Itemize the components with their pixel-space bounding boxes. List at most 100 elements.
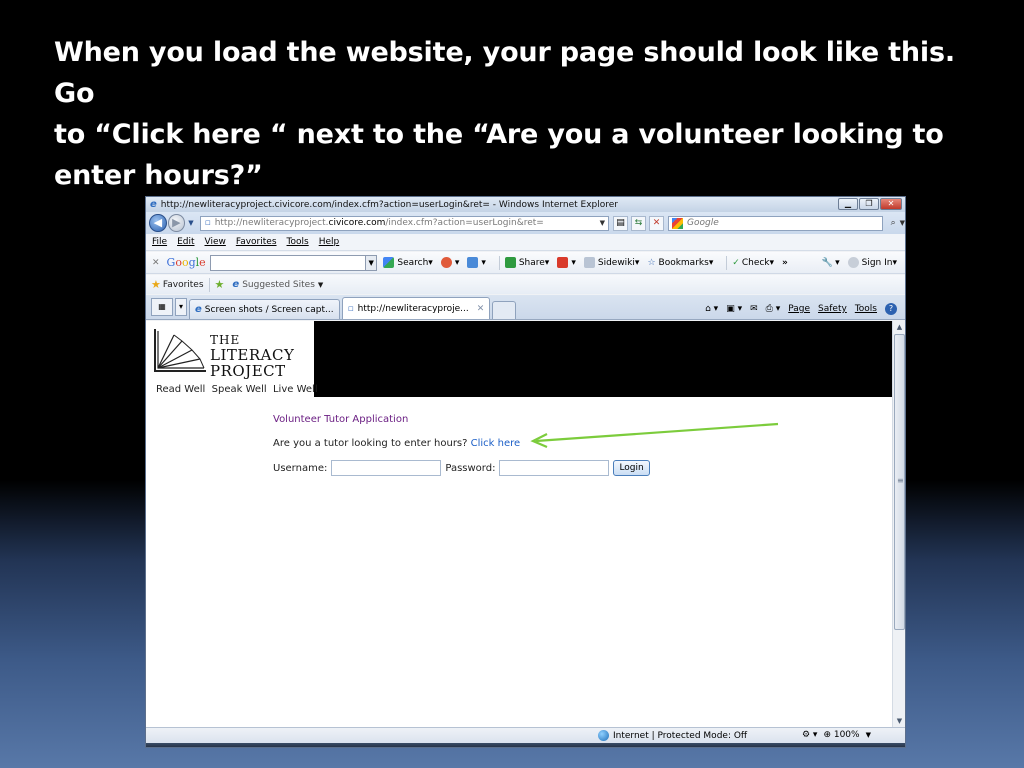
slide-title-line-3: enter hours?” (54, 160, 263, 191)
close-window-button[interactable]: ✕ (880, 198, 902, 210)
tab-label: http://newliteracyproje... (357, 303, 469, 314)
toolbar-settings-button[interactable]: 🔧 ▾ (822, 258, 842, 268)
new-tab-button[interactable] (492, 301, 517, 319)
slide-title-line-2: to “Click here “ next to the “Are you a … (54, 119, 944, 150)
history-dropdown-icon[interactable]: ▼ (188, 219, 193, 227)
site-header-banner (314, 321, 892, 397)
scroll-down-icon[interactable]: ▼ (893, 715, 905, 727)
search-box[interactable]: Google (668, 215, 883, 231)
logo-letter: e (199, 256, 206, 269)
sign-in-button[interactable]: Sign In ▾ (847, 257, 899, 268)
sign-in-label: Sign In (861, 257, 893, 268)
address-dropdown-icon[interactable]: ▼ (600, 219, 605, 227)
check-label: Check (741, 257, 770, 268)
tab-ie-icon: e (195, 304, 202, 315)
login-button[interactable]: Login (613, 460, 650, 476)
username-input[interactable] (331, 460, 442, 476)
address-row: ◀ ▶ ▼ ▫ http://newliteracyproject. civico… (146, 212, 905, 234)
search-options-icon[interactable]: ▼ (900, 219, 905, 227)
check-icon: ✓ (732, 257, 740, 268)
menu-view[interactable]: View (205, 237, 226, 247)
scroll-up-icon[interactable]: ▲ (893, 321, 905, 333)
zoom-control[interactable]: ⊕ 100% (823, 730, 859, 740)
safety-menu[interactable]: Safety (818, 304, 847, 314)
slide-title-line-1: When you load the website, your page sho… (54, 37, 955, 109)
menu-help[interactable]: Help (319, 237, 340, 247)
password-input[interactable] (499, 460, 610, 476)
suggested-sites-dropdown-icon[interactable]: ▼ (318, 281, 323, 289)
translate-button[interactable]: ▾ (557, 257, 578, 268)
google-toolbar-input[interactable] (209, 254, 367, 271)
click-here-link[interactable]: Click here (471, 438, 521, 449)
login-form: Username: Password: Login (273, 460, 650, 476)
google-toolbar-logo: Google (167, 256, 206, 269)
tab-screen-shots[interactable]: e Screen shots / Screen capt... (189, 299, 340, 319)
popup-blocker-button[interactable]: ▾ (440, 257, 462, 268)
command-bar: ⌂ ▾ ▣ ▾ ✉ ⎙ ▾ Page Safety Tools ? (705, 303, 897, 315)
favorites-button[interactable]: Favorites (163, 280, 204, 290)
google-search-provider-icon (672, 217, 684, 229)
feeds-icon[interactable]: ▣ ▾ (726, 304, 742, 314)
sidewiki-button[interactable]: Sidewiki ▾ (583, 257, 642, 268)
back-button[interactable]: ◀ (149, 214, 167, 232)
url-prefix: http://newliteracyproject. (214, 218, 329, 228)
google-toolbar: ✕ Google ▼ Search ▾ ▾ ▾ Share ▾ ▾ Sidewi… (146, 252, 905, 274)
page-viewport: THE LITERACY PROJECT Read Well Speak Wel… (146, 321, 892, 727)
address-bar[interactable]: ▫ http://newliteracyproject. civicore.com… (199, 215, 610, 231)
sidewiki-icon (583, 257, 595, 268)
tab-literacy-project[interactable]: ▫ http://newliteracyproje... ✕ (341, 297, 491, 319)
zoom-dropdown-icon[interactable]: ▼ (866, 731, 871, 739)
tutor-question: Are you a tutor looking to enter hours? (273, 438, 468, 449)
plus-button[interactable]: ▾ (467, 257, 488, 268)
literacy-project-logo[interactable]: THE LITERACY PROJECT (152, 325, 314, 381)
compatibility-view-icon[interactable]: ▤ (613, 215, 629, 231)
menu-favorites[interactable]: Favorites (236, 237, 277, 247)
menu-bar: File Edit View Favorites Tools Help (146, 234, 905, 251)
url-rest: /index.cfm?action=userLogin&ret= (385, 218, 544, 228)
toolbar-separator (726, 255, 728, 270)
search-placeholder: Google (687, 218, 719, 228)
tools-menu[interactable]: Tools (855, 304, 877, 314)
stop-icon[interactable]: ✕ (649, 215, 665, 231)
bookmarks-button[interactable]: ☆ Bookmarks ▾ (647, 258, 715, 268)
add-favorite-icon[interactable]: ★ (215, 278, 225, 291)
menu-edit[interactable]: Edit (177, 237, 194, 247)
page-menu[interactable]: Page (788, 304, 810, 314)
tab-page-icon: ▫ (347, 303, 354, 314)
password-label: Password: (445, 462, 496, 474)
vertical-scrollbar[interactable]: ▲ ≡ ▼ (892, 321, 905, 727)
forward-button[interactable]: ▶ (167, 214, 186, 232)
bookmark-star-icon: ☆ (647, 257, 656, 268)
print-icon[interactable]: ⎙ ▾ (766, 304, 781, 314)
quick-tabs-button[interactable]: ▦ (151, 298, 173, 316)
zone-label: Internet | Protected Mode: Off (613, 730, 748, 741)
open-book-icon (154, 329, 206, 372)
favorites-star-icon: ★ (151, 278, 161, 291)
green-arrow-annotation (530, 422, 779, 449)
protected-mode-icon[interactable]: ⚙ ▾ (802, 730, 817, 740)
close-toolbar-icon[interactable]: ✕ (152, 258, 160, 268)
windows-taskbar (146, 743, 905, 747)
refresh-icon[interactable]: ⇆ (631, 215, 647, 231)
logo-letter: o (181, 256, 189, 269)
close-tab-icon[interactable]: ✕ (477, 304, 485, 314)
security-zone[interactable]: Internet | Protected Mode: Off (598, 730, 747, 741)
minimize-button[interactable]: ▁ (838, 198, 858, 210)
google-toolbar-dropdown-icon[interactable]: ▼ (366, 254, 378, 271)
toolbar-separator (498, 255, 500, 270)
mail-icon[interactable]: ✉ (750, 304, 758, 314)
menu-tools[interactable]: Tools (287, 237, 309, 247)
suggested-sites-link[interactable]: Suggested Sites (242, 280, 315, 290)
more-buttons[interactable]: » (782, 258, 788, 268)
ie-logo-icon: e (150, 199, 157, 210)
search-icon[interactable]: ⌕ (891, 218, 896, 228)
home-icon[interactable]: ⌂ ▾ (705, 304, 718, 314)
tab-list-dropdown-icon[interactable]: ▾ (175, 298, 187, 316)
share-button[interactable]: Share ▾ (504, 257, 552, 268)
maximize-button[interactable]: ❐ (859, 198, 879, 210)
logo-line-3: PROJECT (210, 362, 286, 380)
google-search-button[interactable]: Search ▾ (383, 257, 434, 268)
spell-check-button[interactable]: ✓ Check ▾ (732, 258, 776, 268)
help-icon[interactable]: ? (885, 303, 897, 315)
menu-file[interactable]: File (152, 237, 167, 247)
